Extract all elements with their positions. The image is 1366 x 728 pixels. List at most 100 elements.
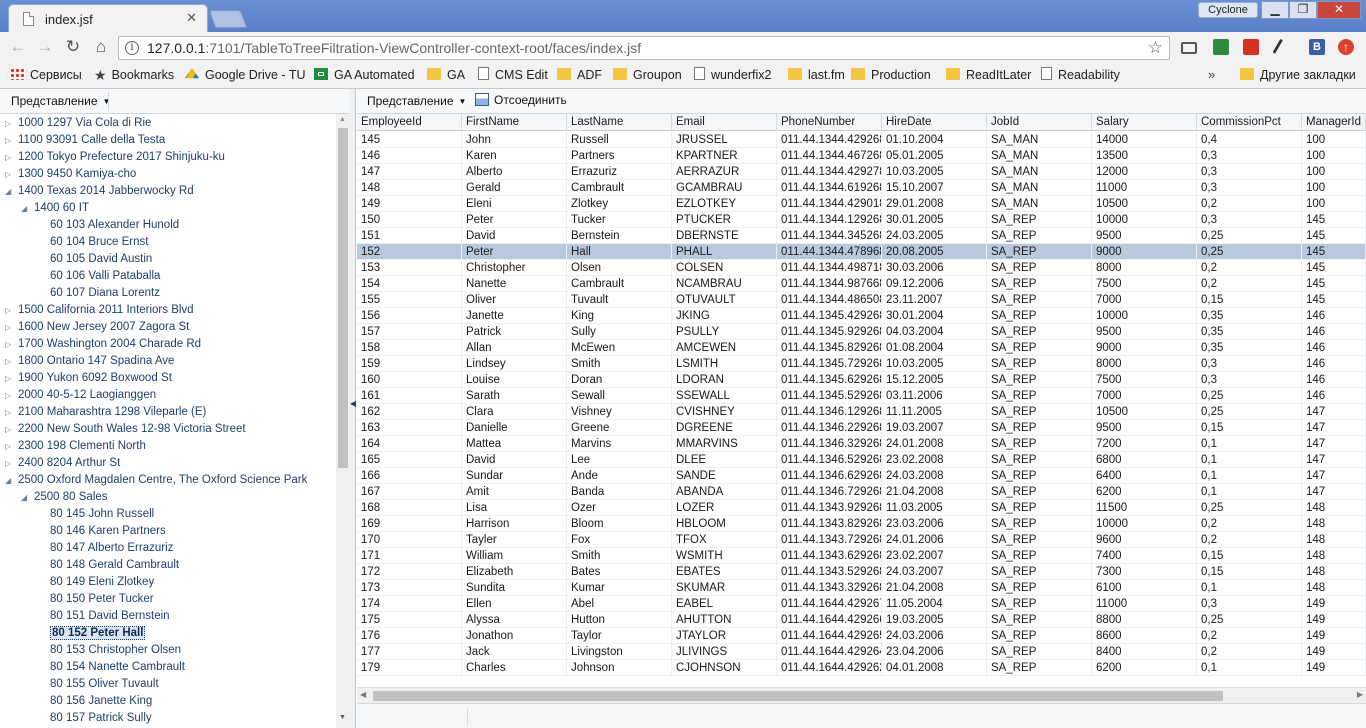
tree-node-department[interactable]: ◢ 2500 80 Sales — [21, 489, 108, 506]
tree-expanded-icon[interactable]: ◢ — [21, 489, 31, 506]
table-row[interactable]: 162 Clara Vishney CVISHNEY 011.44.1346.12926… — [357, 404, 1366, 420]
bookmark-item[interactable]: Groupon — [613, 67, 682, 84]
tree-node-location[interactable]: ▷ 2000 40-5-12 Laogianggen — [5, 387, 156, 404]
tree-node-location[interactable]: ▷ 1100 93091 Calle della Testa — [5, 132, 165, 149]
table-row[interactable]: 176 Jonathon Taylor JTAYLOR 011.44.1644.4292… — [357, 628, 1366, 644]
pane-splitter[interactable]: ◀ — [350, 89, 356, 728]
bookmark-star-icon[interactable]: ☆ — [1148, 38, 1163, 58]
tree-expanded-icon[interactable]: ◢ — [21, 200, 31, 217]
column-header-email[interactable]: Email — [672, 114, 777, 131]
tree-leaf-employee[interactable]: 80 153 Christopher Olsen — [50, 642, 181, 659]
scroll-up-icon[interactable]: ▲ — [339, 116, 346, 123]
browser-tab-active[interactable]: index.jsf ✕ — [8, 4, 208, 32]
table-row[interactable]: 163 Danielle Greene DGREENE 011.44.1346.2292… — [357, 420, 1366, 436]
table-row[interactable]: 154 Nanette Cambrault NCAMBRAU 011.44.1344.9… — [357, 276, 1366, 292]
upload-icon[interactable]: ↑ — [1338, 39, 1354, 55]
bookmark-item[interactable]: GA — [427, 67, 465, 84]
tree-leaf-employee[interactable]: 80 154 Nanette Cambrault — [50, 659, 185, 676]
column-header-jobid[interactable]: JobId — [987, 114, 1092, 131]
table-row[interactable]: 157 Patrick Sully PSULLY 011.44.1345.929268 0… — [357, 324, 1366, 340]
bookmark-item[interactable]: CMS Edit — [478, 67, 548, 84]
bookmarks-more-button[interactable]: » — [1208, 67, 1215, 82]
table-row[interactable]: 150 Peter Tucker PTUCKER 011.44.1344.129268 3… — [357, 212, 1366, 228]
tree-leaf-employee[interactable]: 80 149 Eleni Zlotkey — [50, 574, 154, 591]
column-header-firstname[interactable]: FirstName — [462, 114, 567, 131]
table-row[interactable]: 172 Elizabeth Bates EBATES 011.44.1343.52926… — [357, 564, 1366, 580]
table-horizontal-scrollbar[interactable]: ◀ ▶ — [357, 687, 1366, 703]
forward-arrow-icon[interactable]: → — [33, 36, 57, 58]
gmail-icon[interactable] — [1243, 39, 1259, 55]
column-header-lastname[interactable]: LastName — [567, 114, 672, 131]
tree-expanded-icon[interactable]: ◢ — [5, 472, 15, 489]
table-row[interactable]: 152 Peter Hall PHALL 011.44.1344.478968 20.08… — [357, 244, 1366, 260]
tree-leaf-employee[interactable]: 60 106 Valli Pataballa — [50, 268, 160, 285]
table-row[interactable]: 167 Amit Banda ABANDA 011.44.1346.729268 21.0… — [357, 484, 1366, 500]
tree-leaf-employee[interactable]: 80 147 Alberto Errazuriz — [50, 540, 173, 557]
view-menu-button[interactable]: Представление ▼ — [367, 94, 466, 108]
tree-collapsed-icon[interactable]: ▷ — [5, 421, 15, 438]
table-row[interactable]: 155 Oliver Tuvault OTUVAULT 011.44.1344.4865… — [357, 292, 1366, 308]
table-row[interactable]: 148 Gerald Cambrault GCAMBRAU 011.44.1344.61… — [357, 180, 1366, 196]
table-row[interactable]: 145 John Russell JRUSSEL 011.44.1344.429268 0… — [357, 132, 1366, 148]
tree-leaf-employee[interactable]: 60 105 David Austin — [50, 251, 152, 268]
column-header-employeeid[interactable]: EmployeeId — [357, 114, 462, 131]
tree-collapsed-icon[interactable]: ▷ — [5, 149, 15, 166]
table-row[interactable]: 146 Karen Partners KPARTNER 011.44.1344.4672… — [357, 148, 1366, 164]
tree-node-location[interactable]: ▷ 1300 9450 Kamiya-cho — [5, 166, 136, 183]
tree-node-location[interactable]: ▷ 1200 Tokyo Prefecture 2017 Shinjuku-ku — [5, 149, 225, 166]
tree-node-location[interactable]: ▷ 1500 California 2011 Interiors Blvd — [5, 302, 194, 319]
collapse-left-icon[interactable]: ◀ — [350, 399, 356, 408]
tree-leaf-employee[interactable]: 60 103 Alexander Hunold — [50, 217, 179, 234]
tree-scrollbar[interactable]: ▲ ▼ — [336, 114, 350, 728]
table-row[interactable]: 158 Allan McEwen AMCEWEN 011.44.1345.829268 0… — [357, 340, 1366, 356]
table-row[interactable]: 149 Eleni Zlotkey EZLOTKEY 011.44.1344.42901… — [357, 196, 1366, 212]
reload-icon[interactable]: ↻ — [61, 36, 85, 58]
tree-collapsed-icon[interactable]: ▷ — [5, 115, 15, 132]
column-header-hiredate[interactable]: HireDate — [882, 114, 987, 131]
table-row[interactable]: 170 Tayler Fox TFOX 011.44.1343.729268 24.01.… — [357, 532, 1366, 548]
window-minimize-button[interactable]: ▁ — [1261, 1, 1289, 19]
table-row[interactable]: 175 Alyssa Hutton AHUTTON 011.44.1644.429266… — [357, 612, 1366, 628]
scrollbar-thumb[interactable] — [338, 128, 348, 468]
tree-leaf-employee[interactable]: 60 104 Bruce Ernst — [50, 234, 148, 251]
column-header-salary[interactable]: Salary — [1092, 114, 1197, 131]
tree-leaf-employee[interactable]: 80 146 Karen Partners — [50, 523, 166, 540]
tree-node-location[interactable]: ◢ 1400 Texas 2014 Jabberwocky Rd — [5, 183, 194, 200]
tree-collapsed-icon[interactable]: ▷ — [5, 438, 15, 455]
table-row[interactable]: 169 Harrison Bloom HBLOOM 011.44.1343.829268… — [357, 516, 1366, 532]
url-text[interactable]: 127.0.0.1:7101/TableToTreeFiltration-Vie… — [147, 40, 641, 56]
tree-node-location[interactable]: ▷ 1000 1297 Via Cola di Rie — [5, 115, 151, 132]
table-row[interactable]: 151 David Bernstein DBERNSTE 011.44.1344.345… — [357, 228, 1366, 244]
column-header-phonenumber[interactable]: PhoneNumber — [777, 114, 882, 131]
detach-button[interactable]: Отсоединить — [475, 93, 567, 107]
tree-leaf-employee[interactable]: 80 145 John Russell — [50, 506, 154, 523]
new-tab-button[interactable] — [208, 10, 248, 28]
tree-node-location[interactable]: ▷ 1900 Yukon 6092 Boxwood St — [5, 370, 172, 387]
tree-leaf-employee[interactable]: 80 150 Peter Tucker — [50, 591, 154, 608]
view-menu-button[interactable]: Представление ▼ — [11, 94, 110, 108]
bookmark-item[interactable]: ★ Bookmarks — [94, 67, 174, 84]
tree-collapsed-icon[interactable]: ▷ — [5, 353, 15, 370]
window-maximize-button[interactable]: ❐ — [1289, 1, 1317, 19]
table-row[interactable]: 179 Charles Johnson CJOHNSON 011.44.1644.429… — [357, 660, 1366, 676]
table-row[interactable]: 156 Janette King JKING 011.44.1345.429268 30.… — [357, 308, 1366, 324]
tree-node-location[interactable]: ▷ 2200 New South Wales 12-98 Victoria Str… — [5, 421, 246, 438]
bookmark-item[interactable]: last.fm — [788, 67, 845, 84]
table-row[interactable]: 159 Lindsey Smith LSMITH 011.44.1345.729268 1… — [357, 356, 1366, 372]
table-row[interactable]: 147 Alberto Errazuriz AERRAZUR 011.44.1344.4… — [357, 164, 1366, 180]
table-row[interactable]: 165 David Lee DLEE 011.44.1346.529268 23.02.2… — [357, 452, 1366, 468]
tree-node-location[interactable]: ▷ 1800 Ontario 147 Spadina Ave — [5, 353, 174, 370]
bookmark-item[interactable]: Сервисы — [10, 67, 82, 84]
bookmark-item[interactable]: Readability — [1041, 67, 1120, 84]
tree-collapsed-icon[interactable]: ▷ — [5, 302, 15, 319]
table-row[interactable]: 173 Sundita Kumar SKUMAR 011.44.1343.329268 2… — [357, 580, 1366, 596]
table-row[interactable]: 168 Lisa Ozer LOZER 011.44.1343.929268 11.03.… — [357, 500, 1366, 516]
tree-node-location[interactable]: ▷ 2400 8204 Arthur St — [5, 455, 120, 472]
tree-collapsed-icon[interactable]: ▷ — [5, 455, 15, 472]
tree-collapsed-icon[interactable]: ▷ — [5, 319, 15, 336]
tree-collapsed-icon[interactable]: ▷ — [5, 336, 15, 353]
tree-leaf-employee[interactable]: 60 107 Diana Lorentz — [50, 285, 160, 302]
table-row[interactable]: 164 Mattea Marvins MMARVINS 011.44.1346.3292… — [357, 436, 1366, 452]
scrollbar-thumb[interactable] — [373, 691, 1223, 701]
table-row[interactable]: 174 Ellen Abel EABEL 011.44.1644.429267 11.05… — [357, 596, 1366, 612]
